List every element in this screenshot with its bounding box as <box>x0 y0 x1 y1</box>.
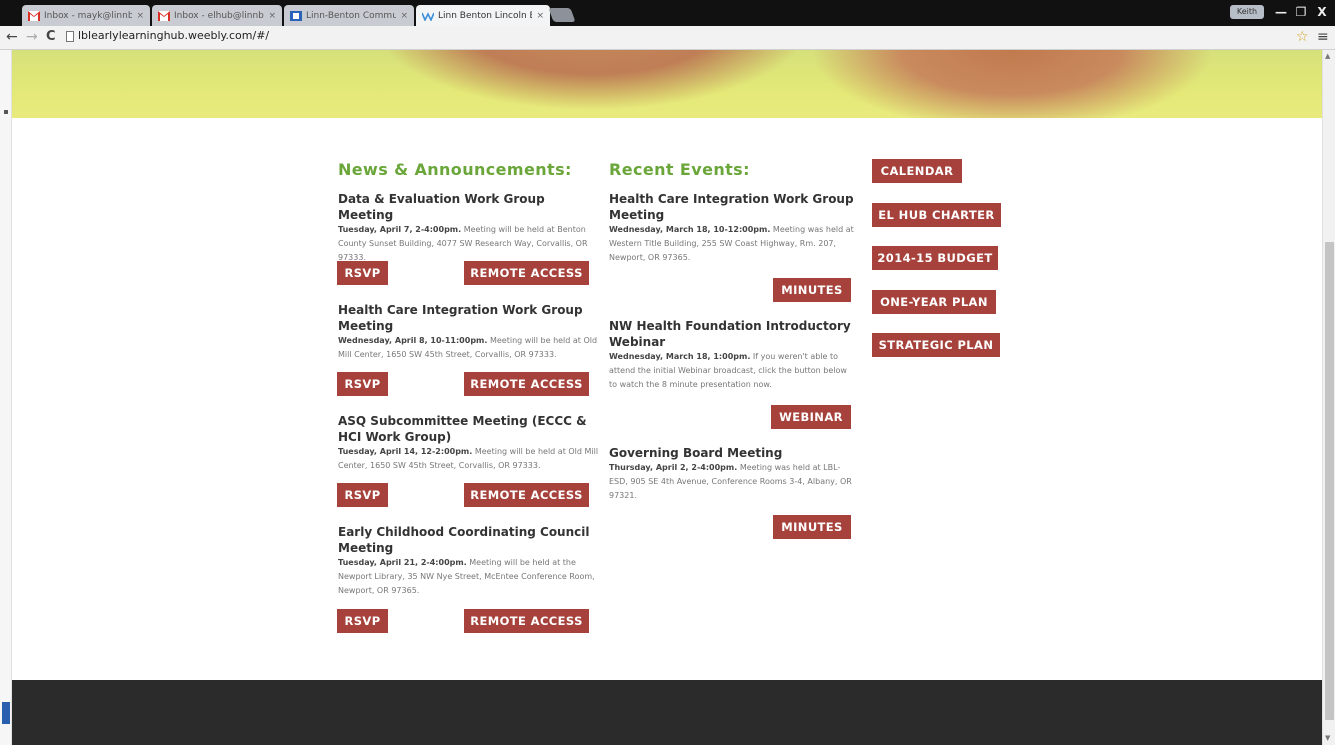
left-edge-strip <box>0 50 12 745</box>
scroll-up-icon[interactable]: ▲ <box>1325 52 1330 60</box>
tab-title: Linn Benton Lincoln Early <box>438 10 533 21</box>
calendar-button[interactable]: CALENDAR <box>872 159 962 183</box>
strategic-plan-button[interactable]: STRATEGIC PLAN <box>872 333 1000 357</box>
budget-button[interactable]: 2014-15 BUDGET <box>872 246 998 270</box>
bookmark-star-icon[interactable]: ☆ <box>1296 29 1309 45</box>
new-tab-button[interactable] <box>548 8 576 22</box>
tab-title: Inbox - mayk@linnbenton... <box>44 10 133 21</box>
news-item-date: Tuesday, April 14, 12-2:00pm. <box>338 447 473 456</box>
tab-title: Linn-Benton Community... <box>306 10 397 21</box>
event-item: Governing Board Meeting Thursday, April … <box>609 445 855 503</box>
page-icon <box>66 31 74 42</box>
one-year-plan-button[interactable]: ONE-YEAR PLAN <box>872 290 996 314</box>
forward-icon[interactable]: → <box>26 29 38 45</box>
news-item-title: ASQ Subcommittee Meeting (ECCC & HCI Wor… <box>338 414 587 444</box>
minutes-button[interactable]: MINUTES <box>773 278 851 302</box>
news-item-title: Health Care Integration Work Group Meeti… <box>338 303 583 333</box>
user-profile-badge[interactable]: Keith <box>1230 5 1264 19</box>
tab-gmail-inbox-mayk[interactable]: Inbox - mayk@linnbenton... × <box>22 5 150 26</box>
weebly-icon <box>422 11 434 21</box>
hero-banner-image <box>12 50 1322 118</box>
remote-access-button[interactable]: REMOTE ACCESS <box>464 609 589 633</box>
close-window-icon[interactable]: X <box>1312 4 1332 20</box>
close-icon[interactable]: × <box>268 11 276 21</box>
event-item-desc: Wednesday, March 18, 1:00pm. If you were… <box>609 350 855 392</box>
vertical-scrollbar[interactable]: ▲ ▼ <box>1322 50 1335 745</box>
event-item-title: NW Health Foundation Introductory Webina… <box>609 319 851 349</box>
news-item: Health Care Integration Work Group Meeti… <box>338 302 600 362</box>
site-icon <box>290 10 302 21</box>
remote-access-button[interactable]: REMOTE ACCESS <box>464 483 589 507</box>
event-item-desc: Wednesday, March 18, 10-12:00pm. Meeting… <box>609 223 855 265</box>
webinar-button[interactable]: WEBINAR <box>771 405 851 429</box>
left-blue-marker <box>2 702 10 724</box>
rsvp-button[interactable]: RSVP <box>337 483 388 507</box>
event-item: Health Care Integration Work Group Meeti… <box>609 191 855 265</box>
tab-title: Inbox - elhub@linnbenton... <box>174 10 264 21</box>
event-item-date: Thursday, April 2, 2-4:00pm. <box>609 463 738 472</box>
rsvp-button[interactable]: RSVP <box>337 372 388 396</box>
browser-tab-bar: Inbox - mayk@linnbenton... × Inbox - elh… <box>0 0 1335 26</box>
close-icon[interactable]: × <box>536 11 544 21</box>
news-item-title: Data & Evaluation Work Group Meeting <box>338 192 545 222</box>
news-item-desc: Tuesday, April 21, 2-4:00pm. Meeting wil… <box>338 556 600 598</box>
rsvp-button[interactable]: RSVP <box>337 261 388 285</box>
news-item: Early Childhood Coordinating Council Mee… <box>338 524 600 598</box>
page-footer <box>12 680 1322 745</box>
event-item-desc: Thursday, April 2, 2-4:00pm. Meeting was… <box>609 461 855 503</box>
minimize-icon[interactable]: — <box>1272 4 1290 20</box>
rsvp-button[interactable]: RSVP <box>337 609 388 633</box>
url-input[interactable]: lblearlylearninghub.weebly.com/#/ <box>78 29 269 42</box>
news-item-date: Tuesday, April 21, 2-4:00pm. <box>338 558 467 567</box>
gmail-icon <box>28 10 40 21</box>
close-icon[interactable]: × <box>136 11 144 21</box>
left-marker <box>4 110 8 114</box>
reload-icon[interactable]: C <box>46 29 56 44</box>
el-hub-charter-button[interactable]: EL HUB CHARTER <box>872 203 1001 227</box>
remote-access-button[interactable]: REMOTE ACCESS <box>464 261 589 285</box>
page-viewport: News & Announcements: Data & Evaluation … <box>0 50 1335 745</box>
news-heading: News & Announcements: <box>338 160 572 179</box>
scroll-down-icon[interactable]: ▼ <box>1325 734 1330 742</box>
news-column: News & Announcements: <box>338 160 598 179</box>
restore-icon[interactable]: ❐ <box>1292 4 1310 20</box>
back-icon[interactable]: ← <box>6 29 18 45</box>
news-item-title: Early Childhood Coordinating Council Mee… <box>338 525 590 555</box>
gmail-icon <box>158 10 170 21</box>
news-item-date: Wednesday, April 8, 10-11:00pm. <box>338 336 488 345</box>
scrollbar-thumb[interactable] <box>1325 242 1334 720</box>
news-item-desc: Tuesday, April 7, 2-4:00pm. Meeting will… <box>338 223 600 265</box>
event-item-title: Health Care Integration Work Group Meeti… <box>609 192 854 222</box>
news-item-date: Tuesday, April 7, 2-4:00pm. <box>338 225 462 234</box>
menu-icon[interactable]: ≡ <box>1317 29 1329 45</box>
news-item-desc: Wednesday, April 8, 10-11:00pm. Meeting … <box>338 334 600 362</box>
main-content: News & Announcements: Data & Evaluation … <box>12 118 1322 680</box>
news-item: Data & Evaluation Work Group Meeting Tue… <box>338 191 600 265</box>
event-item-date: Wednesday, March 18, 1:00pm. <box>609 352 751 361</box>
tab-linn-benton-community[interactable]: Linn-Benton Community... × <box>284 5 414 26</box>
events-column: Recent Events: <box>609 160 859 179</box>
close-icon[interactable]: × <box>400 11 408 21</box>
tab-linn-benton-lincoln-early[interactable]: Linn Benton Lincoln Early × <box>416 5 550 26</box>
events-heading: Recent Events: <box>609 160 750 179</box>
event-item: NW Health Foundation Introductory Webina… <box>609 318 855 392</box>
event-item-date: Wednesday, March 18, 10-12:00pm. <box>609 225 771 234</box>
tab-gmail-inbox-elhub[interactable]: Inbox - elhub@linnbenton... × <box>152 5 282 26</box>
address-bar: ← → C lblearlylearninghub.weebly.com/#/ … <box>0 26 1335 50</box>
news-item: ASQ Subcommittee Meeting (ECCC & HCI Wor… <box>338 413 600 473</box>
minutes-button[interactable]: MINUTES <box>773 515 851 539</box>
event-item-title: Governing Board Meeting <box>609 446 783 460</box>
remote-access-button[interactable]: REMOTE ACCESS <box>464 372 589 396</box>
news-item-desc: Tuesday, April 14, 12-2:00pm. Meeting wi… <box>338 445 600 473</box>
